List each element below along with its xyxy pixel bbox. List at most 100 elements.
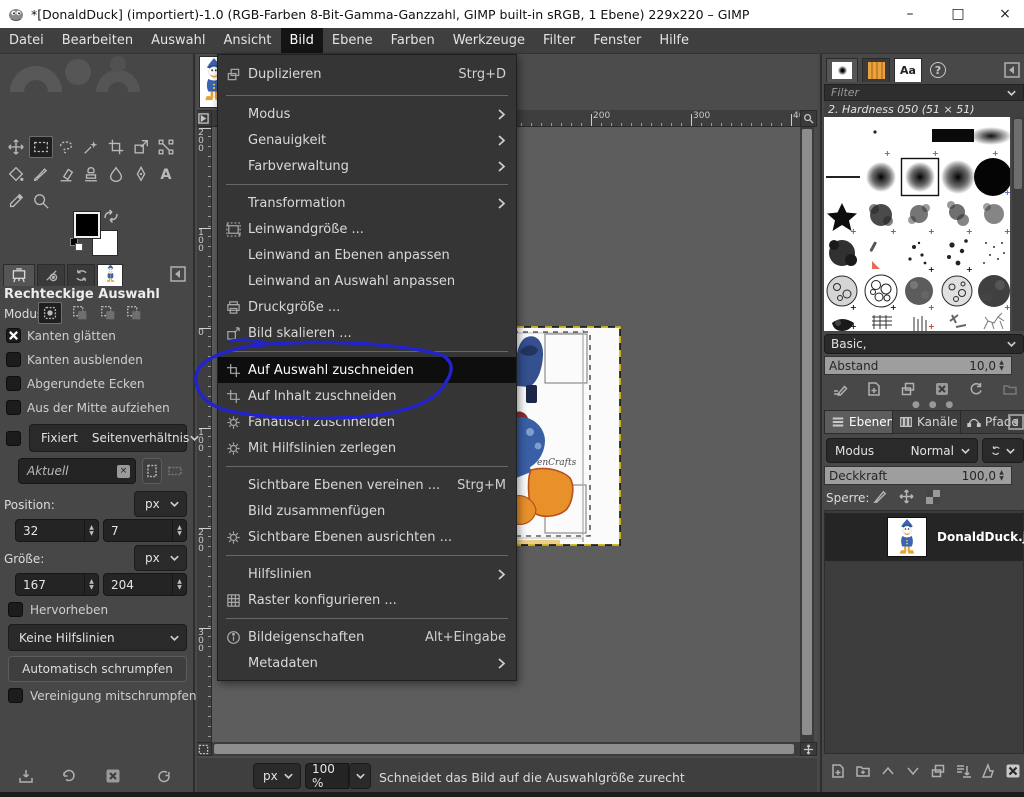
lock-pixels-icon[interactable] bbox=[872, 488, 889, 505]
clear-input-icon[interactable]: × bbox=[117, 465, 130, 478]
checkbox-center[interactable] bbox=[6, 400, 21, 415]
brush-dock-collapse-icon[interactable] bbox=[1004, 62, 1020, 78]
merge-down-icon[interactable] bbox=[955, 763, 971, 779]
zoom-level[interactable]: 100 % bbox=[305, 763, 349, 789]
menu-item-duplizieren[interactable]: DuplizierenStrg+D bbox=[218, 58, 516, 90]
menubar-item-ebene[interactable]: Ebene bbox=[323, 28, 382, 53]
lower-layer-icon[interactable] bbox=[905, 763, 921, 779]
move-tool[interactable] bbox=[4, 136, 28, 158]
menu-item-raster-konfigurieren[interactable]: Raster konfigurieren ... bbox=[218, 587, 516, 613]
horizontal-scrollbar[interactable] bbox=[212, 742, 800, 756]
fuzzy-select-tool[interactable] bbox=[79, 136, 103, 158]
color-picker-tool[interactable] bbox=[4, 190, 28, 212]
transform-tool[interactable] bbox=[129, 136, 153, 158]
layer-row[interactable]: DonaldDuck.jp bbox=[825, 513, 1023, 561]
lock-alpha-icon[interactable] bbox=[926, 490, 940, 504]
tab-layers[interactable]: Ebenen bbox=[824, 410, 901, 434]
default-colors-icon-bg[interactable] bbox=[75, 243, 83, 251]
selection-mode-replace[interactable] bbox=[38, 302, 62, 324]
brush-grid[interactable]: +++++++++++++++++ bbox=[824, 117, 1010, 331]
open-brush-icon[interactable] bbox=[1002, 381, 1018, 397]
brush-grid-scrollbar[interactable] bbox=[1012, 117, 1024, 331]
refresh-brushes-icon[interactable] bbox=[968, 381, 984, 397]
portrait-orientation-button[interactable] bbox=[142, 458, 162, 484]
menu-item-modus[interactable]: Modus bbox=[218, 101, 516, 127]
raise-layer-icon[interactable] bbox=[880, 763, 896, 779]
menu-item-bild-skalieren[interactable]: Bild skalieren ... bbox=[218, 320, 516, 346]
selection-mode-intersect[interactable] bbox=[122, 302, 146, 324]
crop-tool[interactable] bbox=[104, 136, 128, 158]
position-x-input[interactable]: 32▲▼ bbox=[15, 519, 99, 542]
menubar-item-datei[interactable]: Datei bbox=[0, 28, 53, 53]
opacity-slider[interactable]: Deckkraft100,0 ▲▼ bbox=[824, 466, 1012, 485]
dock-collapse-icon[interactable] bbox=[170, 266, 186, 282]
size-height-input[interactable]: 204▲▼ bbox=[103, 573, 187, 596]
menu-item-druckgröße[interactable]: Druckgröße ... bbox=[218, 294, 516, 320]
menubar-item-hilfe[interactable]: Hilfe bbox=[650, 28, 698, 53]
menubar-item-ansicht[interactable]: Ansicht bbox=[214, 28, 280, 53]
text-tool[interactable]: A bbox=[154, 163, 178, 185]
menubar-item-auswahl[interactable]: Auswahl bbox=[142, 28, 214, 53]
menu-item-sichtbare-ebenen-vereinen[interactable]: Sichtbare Ebenen vereinen ...Strg+M bbox=[218, 472, 516, 498]
checkbox-shrink-merged[interactable] bbox=[8, 688, 23, 703]
size-width-input[interactable]: 167▲▼ bbox=[15, 573, 99, 596]
foreground-color-swatch[interactable] bbox=[74, 212, 100, 238]
swap-colors-icon[interactable] bbox=[103, 209, 119, 223]
menubar-item-werkzeuge[interactable]: Werkzeuge bbox=[444, 28, 534, 53]
ink-tool[interactable] bbox=[129, 163, 153, 185]
smudge-tool[interactable] bbox=[104, 163, 128, 185]
save-preset-icon[interactable] bbox=[18, 768, 34, 784]
autoshrink-button[interactable]: Automatisch schrumpfen bbox=[8, 656, 187, 682]
menu-item-fanatisch-zuschneiden[interactable]: Fanatisch zuschneiden bbox=[218, 409, 516, 435]
menu-item-leinwand-an-ebenen-anpassen[interactable]: Leinwand an Ebenen anpassen bbox=[218, 242, 516, 268]
checkbox-fixed[interactable] bbox=[6, 431, 21, 446]
menu-item-genauigkeit[interactable]: Genauigkeit bbox=[218, 127, 516, 153]
handle-transform-tool[interactable] bbox=[154, 136, 178, 158]
tab-brushes[interactable] bbox=[826, 58, 858, 82]
brush-filter-input[interactable]: Filter bbox=[824, 84, 1024, 101]
lock-position-icon[interactable] bbox=[898, 488, 915, 505]
dock-splitter-handle[interactable]: ● ● ● bbox=[912, 400, 956, 410]
position-unit-dropdown[interactable]: px bbox=[134, 491, 187, 517]
new-group-icon[interactable] bbox=[855, 763, 871, 779]
minimize-button[interactable]: – bbox=[890, 0, 930, 28]
vertical-scrollbar[interactable] bbox=[800, 127, 814, 742]
duplicate-brush-icon[interactable] bbox=[900, 381, 916, 397]
tab-patterns[interactable] bbox=[862, 58, 890, 82]
menu-item-bild-zusammenfügen[interactable]: Bild zusammenfügen bbox=[218, 498, 516, 524]
menubar-item-farben[interactable]: Farben bbox=[382, 28, 444, 53]
brush-group-dropdown[interactable]: Basic, bbox=[824, 334, 1024, 354]
close-button[interactable]: × bbox=[985, 0, 1024, 28]
delete-brush-icon[interactable] bbox=[934, 381, 950, 397]
zoom-dropdown[interactable] bbox=[349, 763, 371, 789]
eraser-tool[interactable] bbox=[54, 163, 78, 185]
menu-item-mit-hilfslinien-zerlegen[interactable]: Mit Hilfslinien zerlegen bbox=[218, 435, 516, 461]
layer-mode-dropdown[interactable]: Modus Normal bbox=[826, 438, 978, 463]
canvas-menu-button[interactable] bbox=[197, 110, 212, 127]
tab-image-thumbnail[interactable] bbox=[97, 264, 123, 286]
fixed-dropdown[interactable]: Fixiert Seitenverhältnis bbox=[29, 424, 187, 452]
free-select-tool[interactable] bbox=[54, 136, 78, 158]
new-layer-icon[interactable] bbox=[830, 763, 846, 779]
tab-channels[interactable]: Kanäle bbox=[892, 410, 965, 434]
layers-dock-collapse-icon[interactable] bbox=[1008, 414, 1024, 430]
selection-mode-add[interactable] bbox=[68, 302, 92, 324]
tab-undo-history[interactable] bbox=[67, 264, 95, 286]
mask-icon[interactable] bbox=[980, 763, 996, 779]
checkbox-feather[interactable] bbox=[6, 352, 21, 367]
tab-tool-options[interactable] bbox=[3, 264, 35, 286]
checkbox-antialias[interactable] bbox=[6, 328, 21, 343]
delete-preset-icon[interactable] bbox=[105, 768, 121, 784]
layer-thumbnail[interactable] bbox=[887, 517, 927, 557]
layer-name[interactable]: DonaldDuck.jp bbox=[937, 530, 1024, 544]
checkbox-highlight[interactable] bbox=[8, 602, 23, 617]
clone-tool[interactable] bbox=[79, 163, 103, 185]
menu-item-leinwandgröße[interactable]: Leinwandgröße ... bbox=[218, 216, 516, 242]
rect-select-tool[interactable] bbox=[29, 136, 53, 158]
bucket-fill-tool[interactable] bbox=[4, 163, 28, 185]
menu-item-transformation[interactable]: Transformation bbox=[218, 190, 516, 216]
tab-fonts[interactable]: Aa bbox=[894, 58, 922, 82]
tab-device-status[interactable] bbox=[37, 264, 65, 286]
navigation-button[interactable] bbox=[800, 742, 817, 756]
zoom-tool[interactable] bbox=[29, 190, 53, 212]
